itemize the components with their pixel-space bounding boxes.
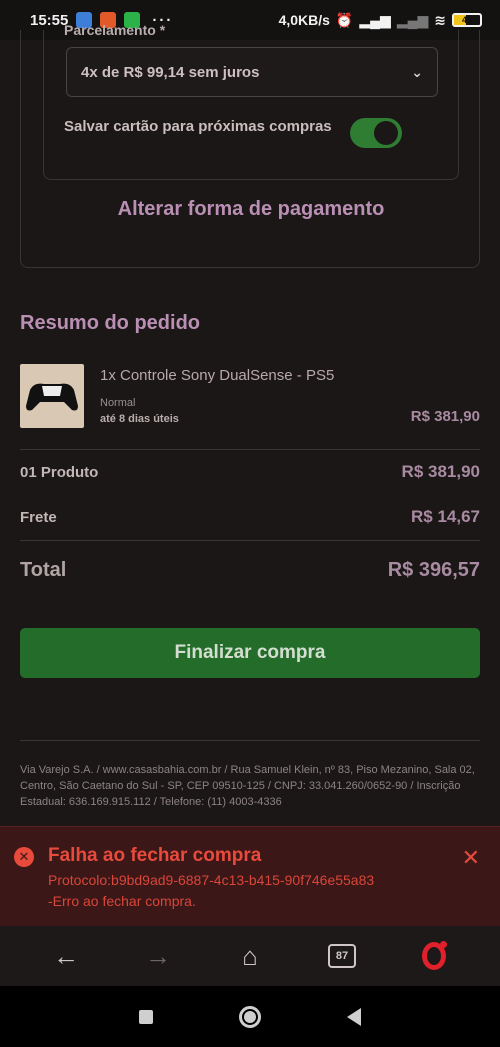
signal-icon: ▂▄▆ [359, 11, 391, 28]
divider [20, 740, 480, 741]
total-value: R$ 396,57 [387, 559, 480, 581]
shipping-type: Normal [100, 397, 136, 409]
error-message: -Erro ao fechar compra. [48, 893, 196, 909]
shipping-value: R$ 14,67 [411, 507, 480, 526]
company-footer: Via Varejo S.A. / www.casasbahia.com.br … [20, 764, 475, 808]
recents-icon[interactable] [139, 1009, 153, 1024]
products-subtotal: R$ 381,90 [401, 462, 480, 481]
forward-arrow-icon[interactable]: → [138, 936, 178, 976]
save-card-toggle[interactable] [350, 118, 402, 148]
home-icon[interactable]: ⌂ [230, 936, 270, 976]
divider [20, 540, 480, 541]
chevron-down-icon: ⌄ [411, 63, 423, 80]
shipping-time: até 8 dias úteis [100, 413, 179, 425]
back-arrow-icon[interactable]: ← [46, 936, 86, 976]
total-label: Total [20, 559, 67, 581]
finalize-purchase-button[interactable]: Finalizar compra [20, 628, 480, 678]
products-count-label: 01 Produto [20, 464, 99, 481]
home-nav-icon[interactable] [239, 1005, 261, 1028]
android-nav-bar [0, 986, 500, 1047]
network-speed: 4,0KB/s [278, 12, 330, 28]
alarm-icon: ⏰ [335, 11, 354, 28]
signal-icon: ▂▄▆ [396, 11, 429, 28]
browser-toolbar: ← → ⌂ 87 [0, 926, 500, 986]
card-details: Parcelamento * 4x de R$ 99,14 sem juros … [43, 22, 459, 180]
installment-label: Parcelamento * [64, 22, 166, 38]
product-price: R$ 381,90 [410, 408, 480, 425]
product-image [20, 364, 84, 428]
wifi-icon: ≋ [434, 11, 446, 28]
tabs-count: 87 [328, 944, 356, 968]
error-icon: ✕ [14, 847, 34, 867]
error-toast: ✕ Falha ao fechar compra Protocolo:b9bd9… [0, 826, 500, 926]
back-nav-icon[interactable] [347, 1007, 361, 1026]
error-title: Falha ao fechar compra [48, 845, 262, 866]
divider [20, 449, 480, 450]
shipping-label: Frete [20, 509, 57, 526]
payment-card: Parcelamento * 4x de R$ 99,14 sem juros … [20, 22, 481, 268]
close-icon[interactable]: ✕ [462, 845, 480, 871]
installment-select[interactable]: 4x de R$ 99,14 sem juros ⌄ [66, 47, 438, 97]
toggle-knob [374, 121, 398, 145]
clock: 15:55 [30, 11, 69, 29]
summary-title: Resumo do pedido [20, 312, 200, 334]
tabs-button[interactable]: 87 [322, 936, 362, 976]
installment-value: 4x de R$ 99,14 sem juros [81, 63, 260, 81]
change-payment-link[interactable]: Alterar forma de pagamento [21, 198, 481, 221]
opera-menu-icon[interactable] [414, 936, 454, 976]
product-name: 1x Controle Sony DualSense - PS5 [100, 367, 335, 384]
battery-icon: 45 [452, 13, 482, 27]
error-protocol: Protocolo:b9bd9ad9-6887-4c13-b415-90f746… [48, 872, 375, 888]
